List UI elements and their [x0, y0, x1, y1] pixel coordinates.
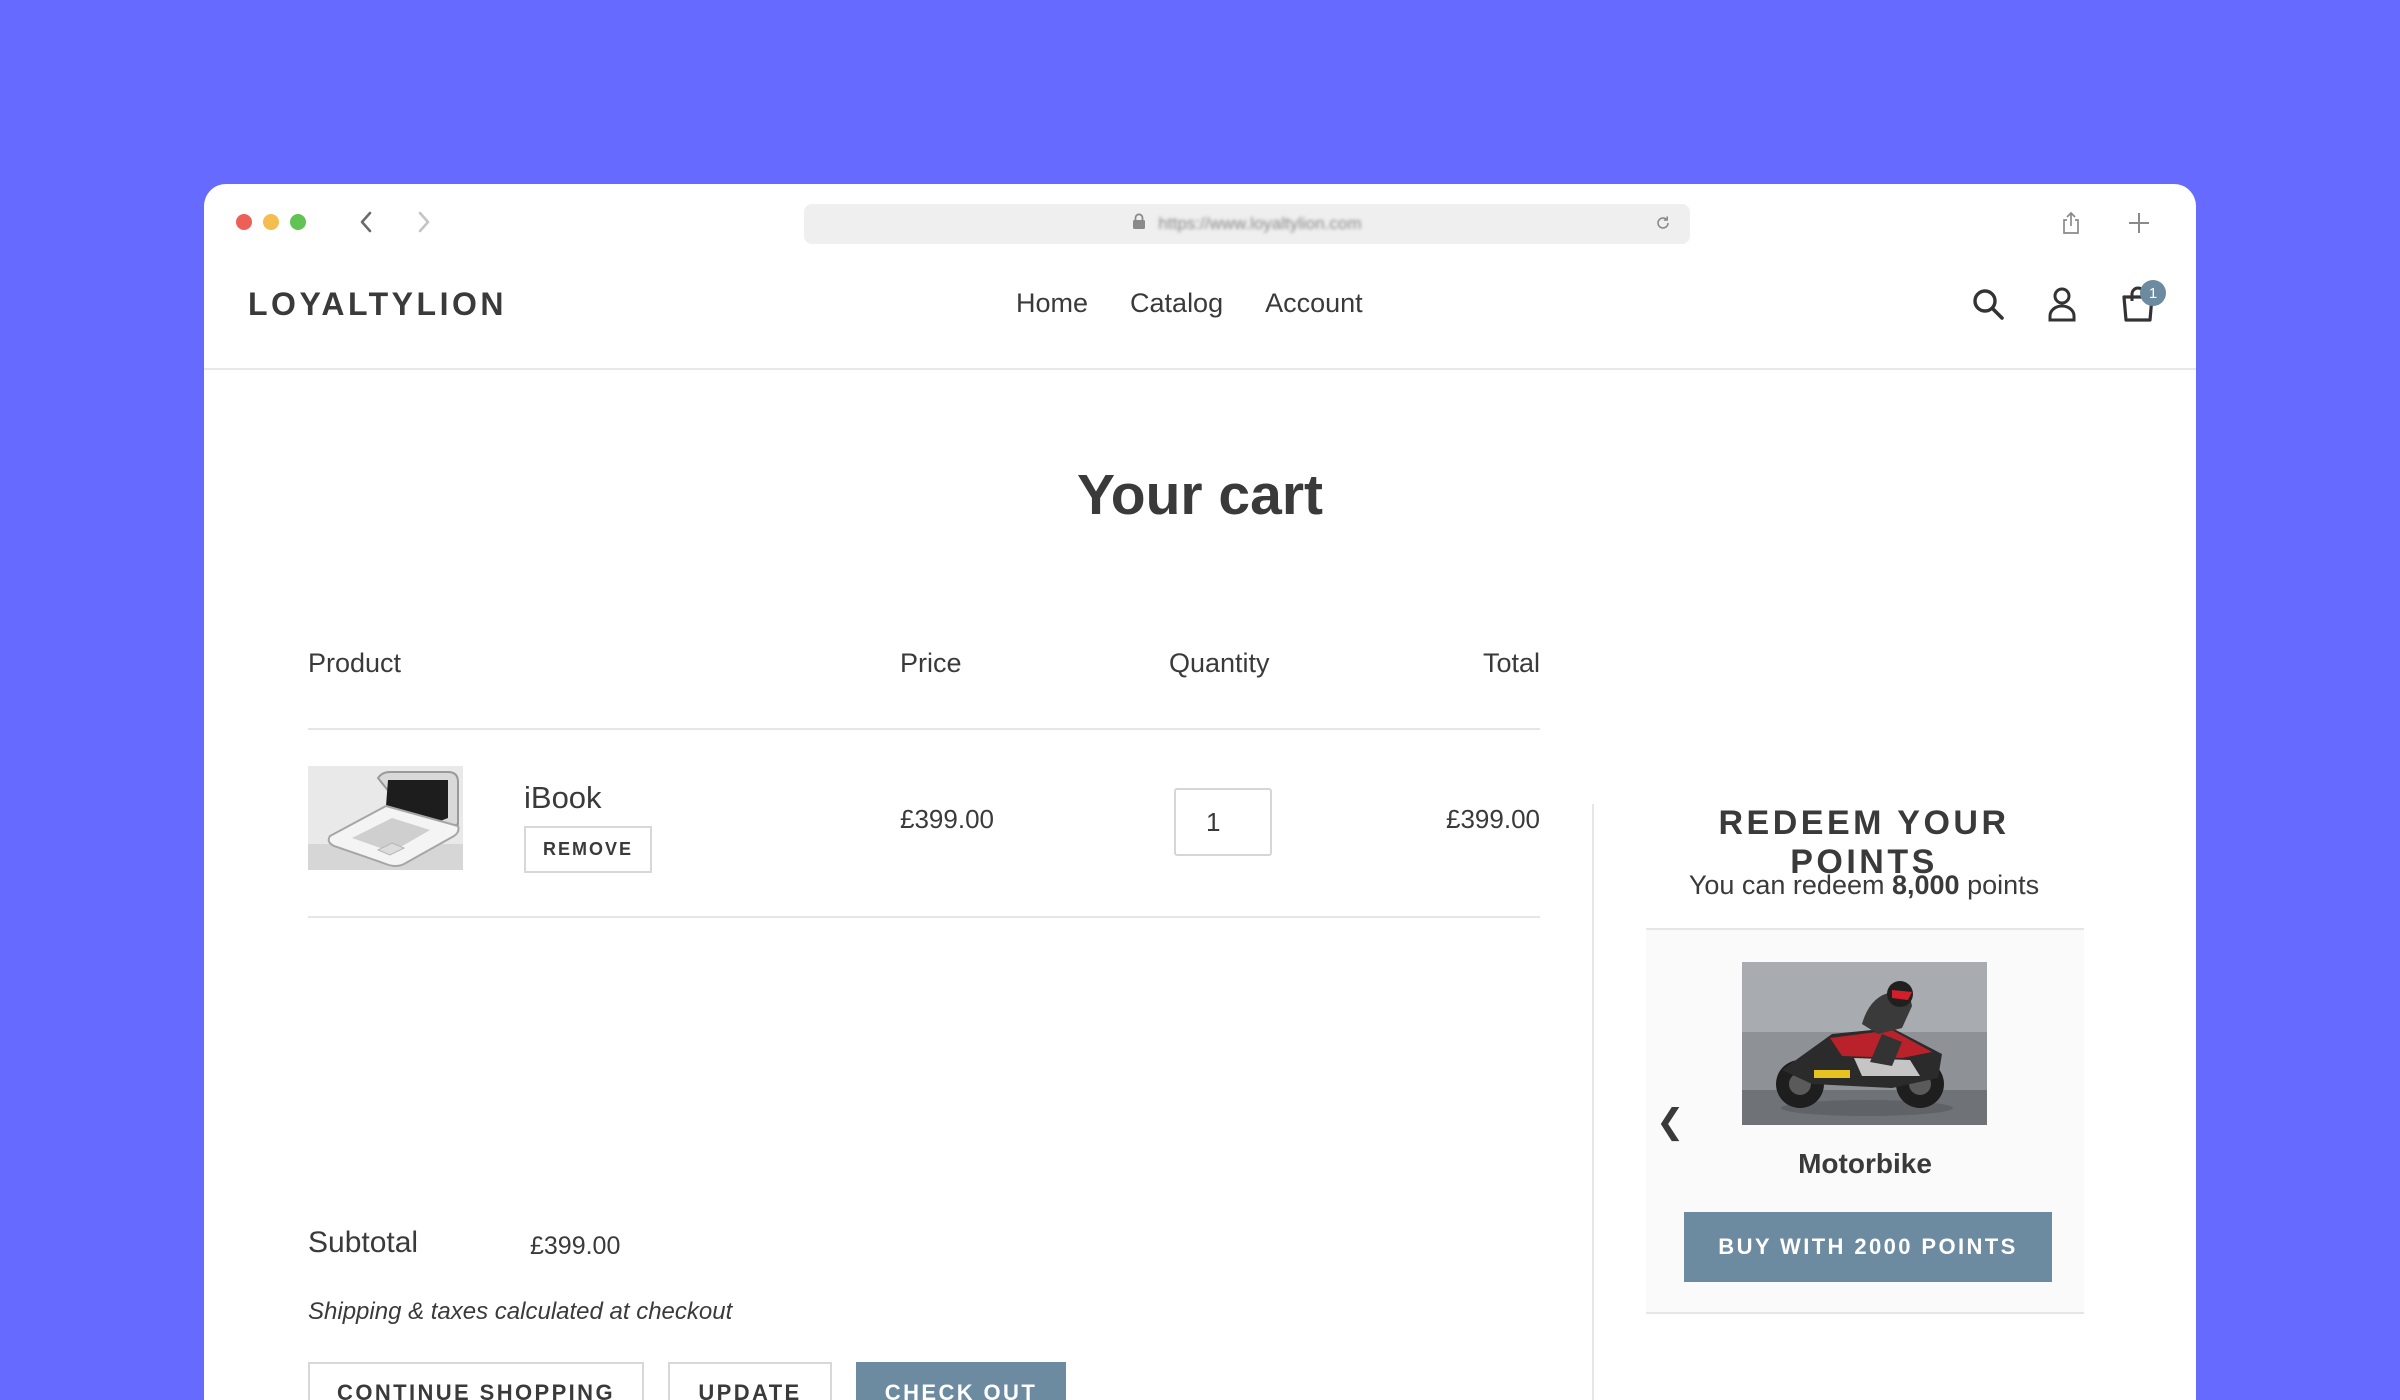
- search-icon[interactable]: [1966, 282, 2010, 326]
- column-header-total: Total: [1482, 648, 1540, 678]
- product-name[interactable]: iBook: [524, 780, 602, 816]
- item-price: £399.00: [900, 804, 994, 834]
- column-header-product: Product: [308, 648, 402, 678]
- maximize-window-button[interactable]: [290, 214, 306, 230]
- back-arrow-icon[interactable]: [352, 208, 380, 236]
- site-header: LOYALTYLION Home Catalog Account 1: [204, 246, 2196, 370]
- continue-shopping-button[interactable]: CONTINUE SHOPPING: [308, 1362, 644, 1400]
- remove-item-button[interactable]: REMOVE: [524, 826, 652, 873]
- account-icon[interactable]: [2040, 282, 2084, 326]
- redeemable-points: 8,000: [1892, 870, 1960, 900]
- reward-carousel: ❮ Motorbike BUY WITH 2000 POINTS: [1646, 928, 2084, 1314]
- redeem-sub-suffix: points: [1967, 870, 2040, 900]
- product-thumbnail[interactable]: [308, 766, 463, 870]
- new-tab-icon[interactable]: [2124, 208, 2154, 238]
- site-logo[interactable]: LOYALTYLION: [248, 286, 507, 323]
- item-total: £399.00: [1446, 804, 1540, 834]
- buy-with-points-button[interactable]: BUY WITH 2000 POINTS: [1684, 1212, 2052, 1282]
- window-controls: [236, 214, 306, 230]
- column-header-quantity: Quantity: [1169, 648, 1270, 678]
- column-header-price: Price: [900, 648, 962, 678]
- cart-icon[interactable]: 1: [2116, 280, 2166, 326]
- reload-icon[interactable]: [1654, 214, 1672, 237]
- nav-home-link[interactable]: Home: [1016, 288, 1088, 319]
- forward-arrow-icon[interactable]: [410, 208, 438, 236]
- nav-account-link[interactable]: Account: [1265, 288, 1363, 319]
- minimize-window-button[interactable]: [263, 214, 279, 230]
- redeem-points-summary: You can redeem 8,000 points: [1644, 870, 2084, 901]
- nav-catalog-link[interactable]: Catalog: [1130, 288, 1223, 319]
- shipping-note: Shipping & taxes calculated at checkout: [308, 1298, 733, 1325]
- cart-item-row: iBook REMOVE £399.00 £399.00: [308, 730, 1540, 918]
- browser-chrome: https://www.loyaltylion.com: [204, 184, 2196, 246]
- cart-count-badge: 1: [2140, 280, 2166, 306]
- carousel-prev-arrow-icon[interactable]: ❮: [1656, 1102, 1685, 1142]
- subtotal-label: Subtotal: [308, 1226, 419, 1259]
- cart-table: Product Price Quantity Total iBook REMOV…: [308, 610, 1540, 918]
- address-url: https://www.loyaltylion.com: [1158, 214, 1362, 233]
- update-cart-button[interactable]: UPDATE: [668, 1362, 832, 1400]
- column-divider: [1592, 804, 1594, 1400]
- redeem-sub-prefix: You can redeem: [1688, 870, 1885, 900]
- cart-table-header: Product Price Quantity Total: [308, 610, 1540, 730]
- share-icon[interactable]: [2056, 208, 2086, 238]
- reward-image: [1742, 962, 1987, 1125]
- close-window-button[interactable]: [236, 214, 252, 230]
- reward-name: Motorbike: [1798, 1148, 1932, 1179]
- browser-window: https://www.loyaltylion.com LOYALTYLION …: [204, 184, 2196, 1400]
- address-bar[interactable]: https://www.loyaltylion.com: [804, 204, 1690, 244]
- checkout-button[interactable]: CHECK OUT: [856, 1362, 1066, 1400]
- subtotal-value: £399.00: [530, 1232, 621, 1260]
- quantity-input[interactable]: [1174, 788, 1272, 856]
- page-title: Your cart: [1076, 463, 1323, 527]
- main-nav: Home Catalog Account: [1016, 288, 1363, 319]
- lock-icon: [1132, 213, 1146, 235]
